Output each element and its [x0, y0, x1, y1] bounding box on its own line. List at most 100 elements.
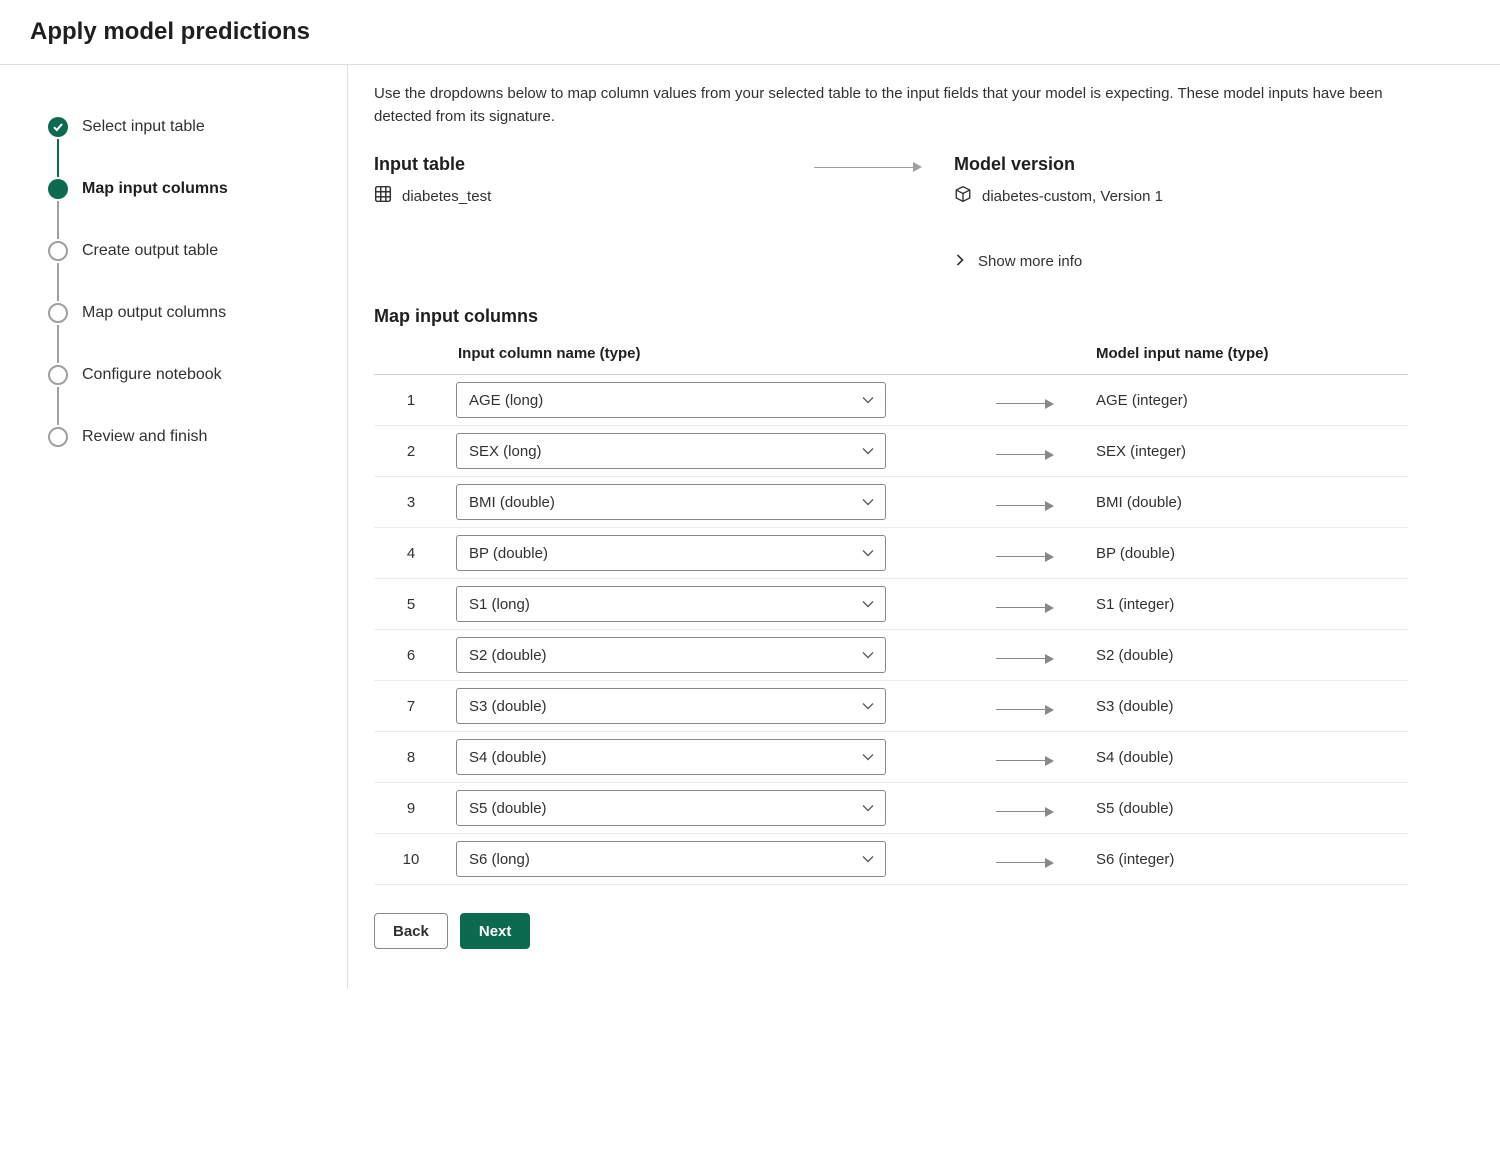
- model-version-value: diabetes-custom, Version 1: [954, 185, 1408, 207]
- step-label: Map input columns: [82, 180, 228, 198]
- model-version-title: Model version: [954, 154, 1408, 175]
- intro-text: Use the dropdowns below to map column va…: [374, 83, 1408, 128]
- row-index: 9: [374, 783, 448, 834]
- select-value: S6 (long): [469, 851, 530, 868]
- arrow-right-icon: [996, 552, 1054, 562]
- model-cube-icon: [954, 185, 972, 207]
- table-row: 4 BP (double) BP (double): [374, 528, 1408, 579]
- arrow-right-icon: [996, 450, 1054, 460]
- input-column-select[interactable]: AGE (long): [456, 382, 886, 418]
- step-bullet-icon: [48, 427, 68, 447]
- input-column-select[interactable]: S1 (long): [456, 586, 886, 622]
- input-column-select[interactable]: BP (double): [456, 535, 886, 571]
- step-item[interactable]: Create output table: [48, 239, 327, 263]
- arrow-right-icon: [996, 501, 1054, 511]
- next-button[interactable]: Next: [460, 913, 531, 949]
- select-value: SEX (long): [469, 443, 542, 460]
- model-input-name: BP (double): [1088, 528, 1408, 579]
- model-input-name: S1 (integer): [1088, 579, 1408, 630]
- chevron-down-icon: [861, 546, 875, 560]
- row-index: 10: [374, 834, 448, 885]
- table-row: 1AGE (long)AGE (integer): [374, 375, 1408, 426]
- model-input-name: S6 (integer): [1088, 834, 1408, 885]
- row-index: 1: [374, 375, 448, 426]
- col-input-header: Input column name (type): [448, 335, 988, 375]
- input-column-select[interactable]: S6 (long): [456, 841, 886, 877]
- step-item[interactable]: Map input columns: [48, 177, 327, 201]
- arrow-right-icon: [996, 705, 1054, 715]
- input-column-select[interactable]: S5 (double): [456, 790, 886, 826]
- input-column-select[interactable]: BMI (double): [456, 484, 886, 520]
- table-row: 9S5 (double)S5 (double): [374, 783, 1408, 834]
- table-row: 3BMI (double)BMI (double): [374, 477, 1408, 528]
- main-content: Use the dropdowns below to map column va…: [348, 65, 1438, 989]
- input-column-select[interactable]: S3 (double): [456, 688, 886, 724]
- chevron-down-icon: [861, 495, 875, 509]
- model-input-name: S2 (double): [1088, 630, 1408, 681]
- select-value: BP (double): [469, 545, 548, 562]
- table-row: 6 S2 (double) S2 (double): [374, 630, 1408, 681]
- row-index: 3: [374, 477, 448, 528]
- table-row: 10 S6 (long) S6 (integer): [374, 834, 1408, 885]
- select-value: S2 (double): [469, 647, 547, 664]
- arrow-right-icon: [996, 807, 1054, 817]
- input-table-title: Input table: [374, 154, 794, 175]
- row-index: 6: [374, 630, 448, 681]
- table-row: 5 S1 (long) S1 (integer): [374, 579, 1408, 630]
- model-input-name: S4 (double): [1088, 732, 1408, 783]
- input-column-select[interactable]: SEX (long): [456, 433, 886, 469]
- arrow-right-icon: [996, 858, 1054, 868]
- step-label: Review and finish: [82, 428, 207, 446]
- input-table-name: diabetes_test: [402, 188, 491, 205]
- wizard-steps-sidebar: Select input table Map input columns Creat…: [0, 65, 348, 989]
- arrow-right-icon: [814, 162, 922, 172]
- select-value: S1 (long): [469, 596, 530, 613]
- show-more-label: Show more info: [978, 253, 1082, 270]
- col-index-header: [374, 335, 448, 375]
- step-label: Configure notebook: [82, 366, 222, 384]
- step-label: Map output columns: [82, 304, 226, 322]
- step-label: Select input table: [82, 118, 205, 136]
- step-connector: [57, 201, 59, 239]
- input-model-row: Input table diabetes_test: [374, 154, 1408, 270]
- step-bullet-icon: [48, 365, 68, 385]
- step-item[interactable]: Select input table: [48, 115, 327, 139]
- chevron-right-icon: [954, 253, 966, 270]
- row-index: 7: [374, 681, 448, 732]
- step-bullet-icon: [48, 117, 68, 137]
- step-item[interactable]: Map output columns: [48, 301, 327, 325]
- map-input-columns-table: Input column name (type) Model input nam…: [374, 335, 1408, 885]
- step-item[interactable]: Review and finish: [48, 425, 327, 449]
- model-input-name: SEX (integer): [1088, 426, 1408, 477]
- show-more-info-link[interactable]: Show more info: [954, 253, 1408, 270]
- row-index: 5: [374, 579, 448, 630]
- step-item[interactable]: Configure notebook: [48, 363, 327, 387]
- page-header: Apply model predictions: [0, 0, 1500, 65]
- select-value: AGE (long): [469, 392, 543, 409]
- select-value: S5 (double): [469, 800, 547, 817]
- step-label: Create output table: [82, 242, 218, 260]
- row-index: 8: [374, 732, 448, 783]
- table-row: 7S3 (double)S3 (double): [374, 681, 1408, 732]
- input-column-select[interactable]: S2 (double): [456, 637, 886, 673]
- select-value: S3 (double): [469, 698, 547, 715]
- input-column-select[interactable]: S4 (double): [456, 739, 886, 775]
- step-connector: [57, 387, 59, 425]
- row-index: 4: [374, 528, 448, 579]
- table-row: 8 S4 (double) S4 (double): [374, 732, 1408, 783]
- chevron-down-icon: [861, 750, 875, 764]
- table-grid-icon: [374, 185, 392, 207]
- arrow-right-icon: [996, 603, 1054, 613]
- col-model-header: Model input name (type): [1088, 335, 1408, 375]
- col-arrow-header: [988, 335, 1088, 375]
- back-button[interactable]: Back: [374, 913, 448, 949]
- row-index: 2: [374, 426, 448, 477]
- footer-buttons: Back Next: [374, 913, 1408, 949]
- step-connector: [57, 263, 59, 301]
- arrow-right-icon: [996, 654, 1054, 664]
- map-input-columns-title: Map input columns: [374, 306, 1408, 327]
- chevron-down-icon: [861, 648, 875, 662]
- model-version-name: diabetes-custom, Version 1: [982, 188, 1163, 205]
- chevron-down-icon: [861, 597, 875, 611]
- select-value: S4 (double): [469, 749, 547, 766]
